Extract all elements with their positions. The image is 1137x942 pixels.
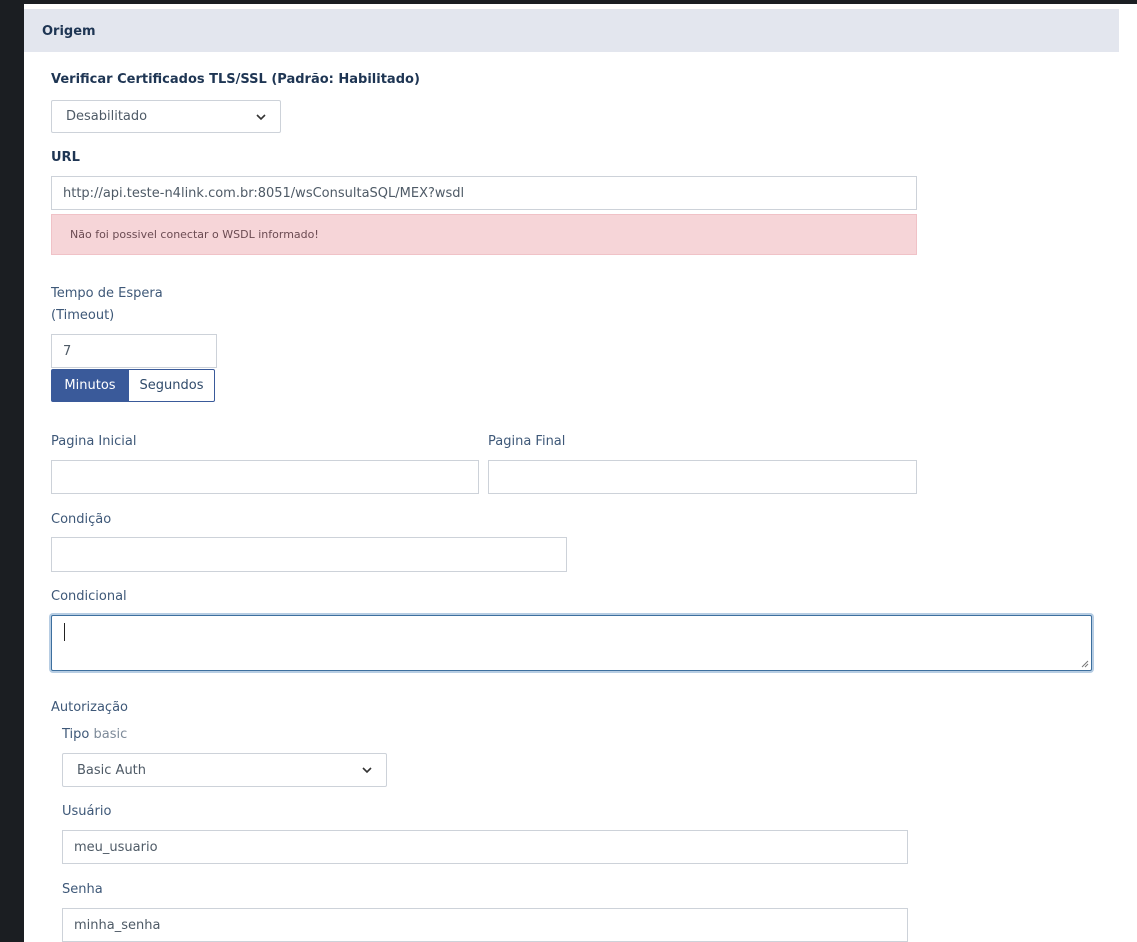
timeout-input[interactable]: 7 xyxy=(51,334,217,368)
condition-input[interactable] xyxy=(51,537,567,572)
url-input-value: http://api.teste-n4link.com.br:8051/wsCo… xyxy=(63,185,465,201)
password-input-value: minha_senha xyxy=(74,917,161,933)
panel-title: Origem xyxy=(42,24,96,39)
url-error-alert: Não foi possivel conectar o WSDL informa… xyxy=(51,214,917,255)
end-page-input[interactable] xyxy=(488,460,917,494)
timeout-unit-toggle: Minutos Segundos xyxy=(51,369,215,402)
url-input[interactable]: http://api.teste-n4link.com.br:8051/wsCo… xyxy=(51,176,917,210)
auth-type-label: Tipo basic xyxy=(62,727,127,742)
user-input[interactable]: meu_usuario xyxy=(62,830,908,864)
password-input[interactable]: minha_senha xyxy=(62,908,908,942)
tls-label: Verificar Certificados TLS/SSL (Padrão: … xyxy=(51,72,420,87)
chevron-down-icon xyxy=(256,113,266,120)
auth-label: Autorização xyxy=(51,700,128,715)
chevron-down-icon xyxy=(362,767,372,774)
window-left-edge xyxy=(0,0,24,942)
auth-type-select-value: Basic Auth xyxy=(77,762,147,778)
tls-select[interactable]: Desabilitado xyxy=(51,100,281,133)
user-label: Usuário xyxy=(62,804,112,819)
auth-type-label-text: Tipo xyxy=(62,727,90,742)
tls-select-value: Desabilitado xyxy=(66,109,148,124)
conditional-textarea[interactable] xyxy=(51,615,1092,671)
auth-type-select[interactable]: Basic Auth xyxy=(62,753,387,787)
panel-header: Origem xyxy=(24,9,1119,52)
minutes-button[interactable]: Minutos xyxy=(51,369,129,402)
password-label: Senha xyxy=(62,882,103,897)
user-input-value: meu_usuario xyxy=(74,839,158,855)
resize-handle-icon[interactable] xyxy=(1081,660,1089,668)
timeout-label-line2: (Timeout) xyxy=(51,308,115,323)
end-page-label: Pagina Final xyxy=(488,434,566,449)
origin-panel: Origem Verificar Certificados TLS/SSL (P… xyxy=(24,4,1137,942)
seconds-button[interactable]: Segundos xyxy=(129,369,215,402)
url-label: URL xyxy=(51,150,80,165)
timeout-label-line1: Tempo de Espera xyxy=(51,286,163,301)
text-caret xyxy=(64,623,65,641)
conditional-label: Condicional xyxy=(51,589,127,604)
auth-type-hint: basic xyxy=(93,727,128,742)
timeout-input-value: 7 xyxy=(63,343,72,359)
url-error-text: Não foi possivel conectar o WSDL informa… xyxy=(70,228,319,241)
condition-label: Condição xyxy=(51,512,112,527)
start-page-label: Pagina Inicial xyxy=(51,434,137,449)
start-page-input[interactable] xyxy=(51,460,479,494)
